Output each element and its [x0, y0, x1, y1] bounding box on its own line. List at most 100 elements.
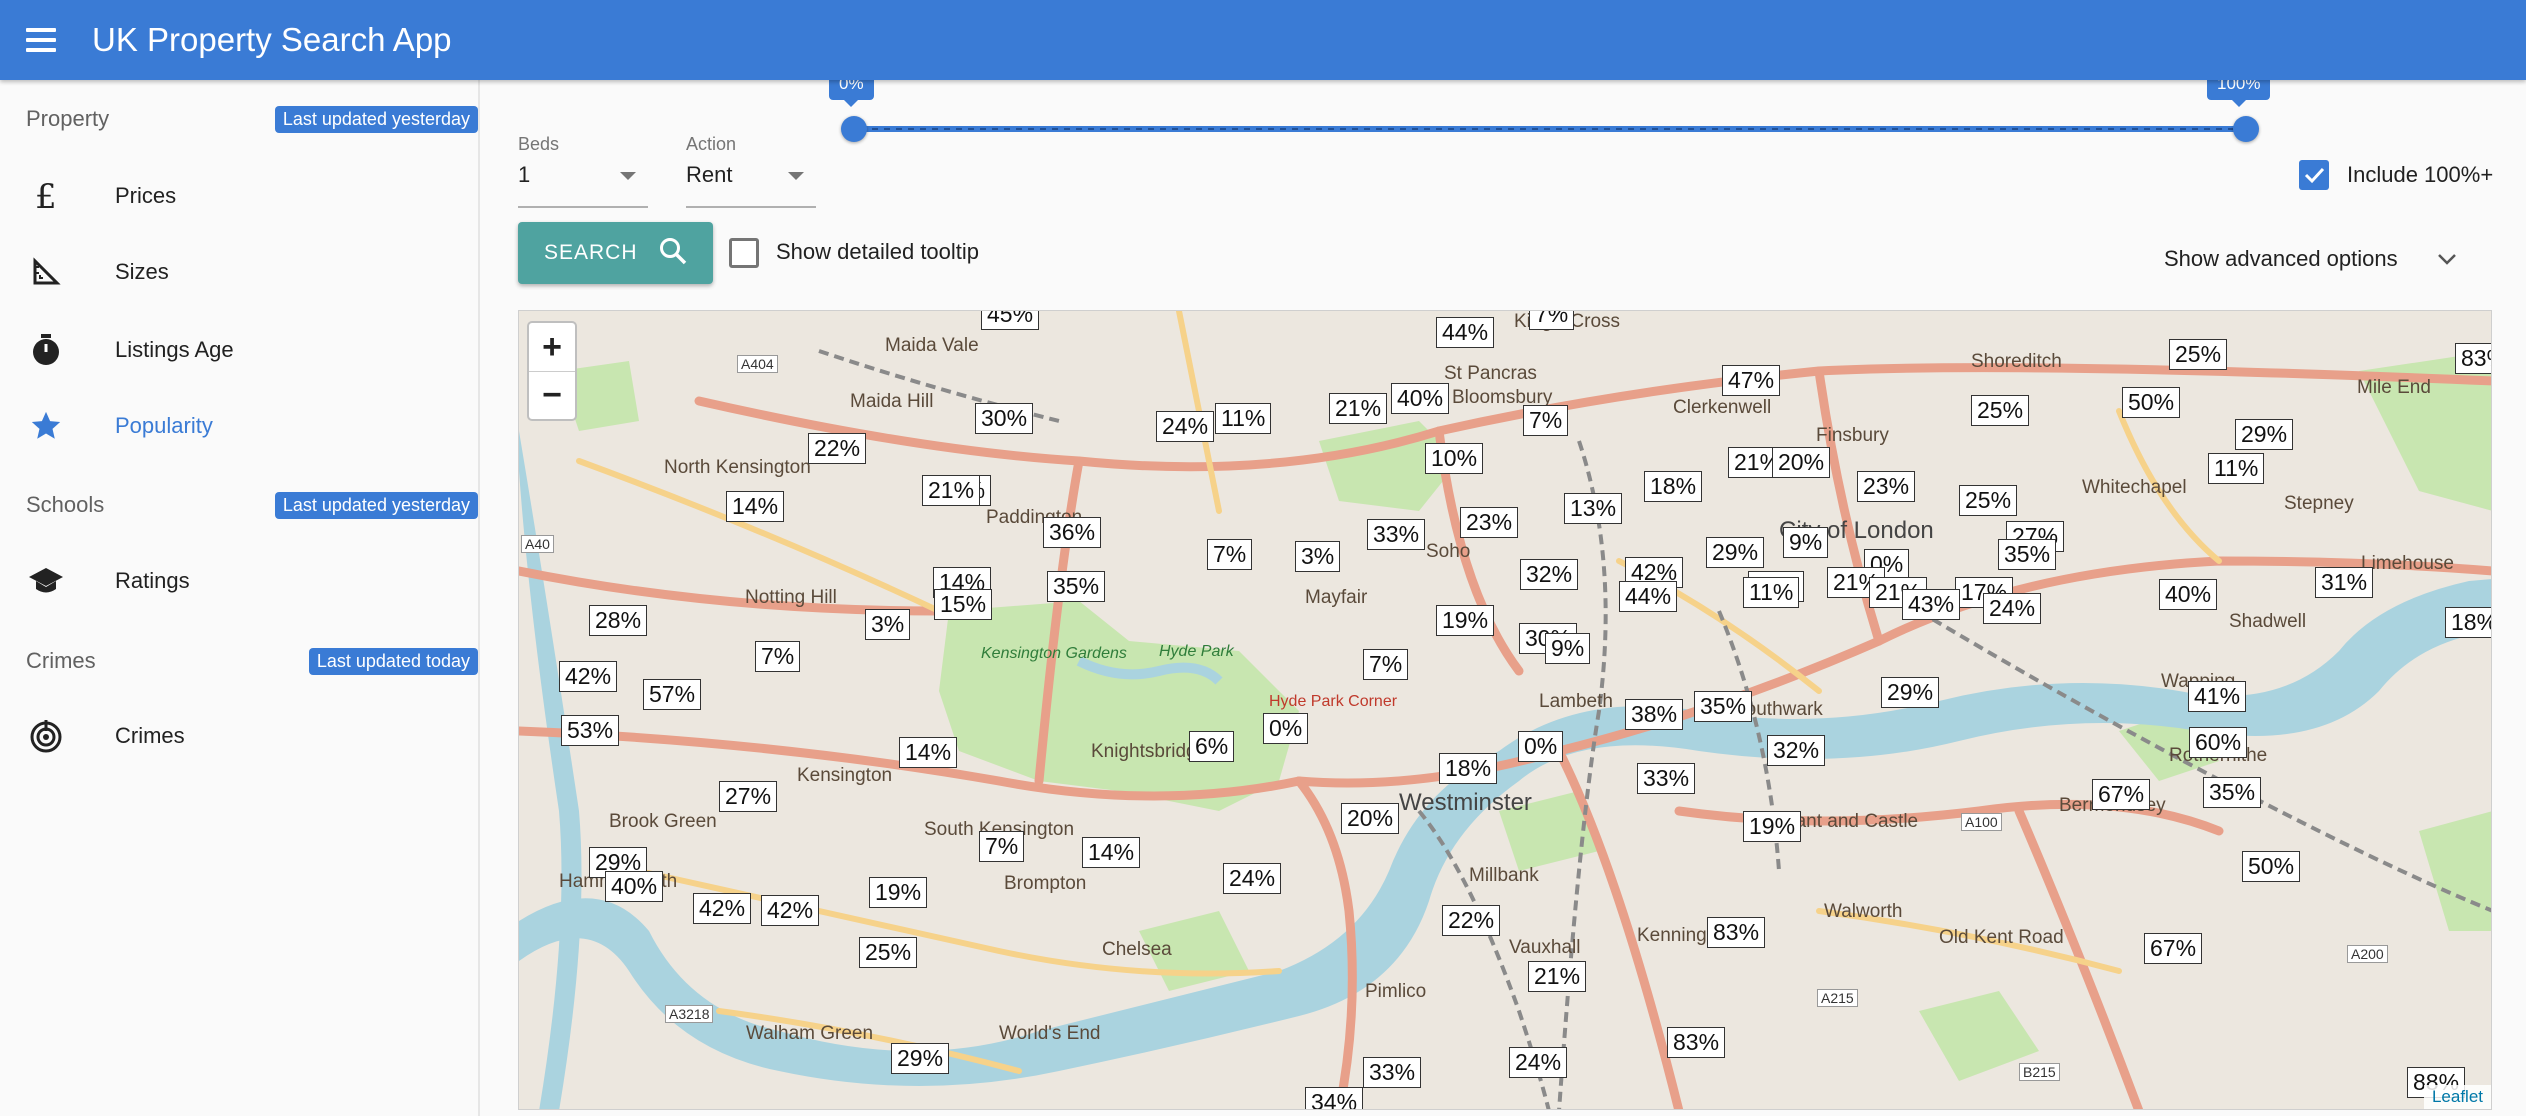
percentage-marker[interactable]: 35%	[1998, 539, 2057, 570]
percentage-marker[interactable]: 10%	[1425, 443, 1484, 474]
percentage-marker[interactable]: 67%	[2092, 779, 2151, 810]
percentage-marker[interactable]: 15%	[934, 589, 993, 620]
percentage-marker[interactable]: 29%	[1706, 537, 1765, 568]
percentage-marker[interactable]: 42%	[761, 895, 820, 926]
percentage-marker[interactable]: 24%	[1156, 411, 1215, 442]
percentage-marker[interactable]: 18%	[2445, 607, 2491, 638]
percentage-marker[interactable]: 32%	[1767, 735, 1826, 766]
percentage-marker[interactable]: 83%	[1707, 917, 1766, 948]
percentage-marker[interactable]: 24%	[1509, 1047, 1568, 1078]
percentage-marker[interactable]: 34%	[1305, 1087, 1364, 1109]
beds-select[interactable]: Beds 1	[518, 134, 648, 208]
percentage-marker[interactable]: 25%	[1971, 395, 2030, 426]
percentage-range-slider[interactable]: 0% 100%	[829, 68, 2271, 150]
percentage-marker[interactable]: 23%	[1460, 507, 1519, 538]
sidebar-item-sizes[interactable]: Sizes	[0, 234, 478, 310]
percentage-marker[interactable]: 7%	[1529, 311, 1575, 330]
percentage-marker[interactable]: 40%	[1391, 383, 1450, 414]
sidebar-item-prices[interactable]: £ Prices	[0, 158, 478, 234]
percentage-marker[interactable]: 27%	[719, 781, 778, 812]
percentage-marker[interactable]: 13%	[1564, 493, 1623, 524]
leaflet-attribution[interactable]: Leaflet	[2423, 1085, 2491, 1109]
percentage-marker[interactable]: 83%	[2455, 343, 2491, 374]
percentage-marker[interactable]: 67%	[2144, 933, 2203, 964]
percentage-marker[interactable]: 19%	[1436, 605, 1495, 636]
advanced-options-toggle[interactable]: Show advanced options	[2164, 246, 2398, 272]
percentage-marker[interactable]: 28%	[589, 605, 648, 636]
percentage-marker[interactable]: 25%	[1959, 485, 2018, 516]
chevron-down-icon[interactable]	[2436, 248, 2458, 275]
percentage-marker[interactable]: 18%	[1644, 471, 1703, 502]
percentage-marker[interactable]: 36%	[1043, 517, 1102, 548]
percentage-marker[interactable]: 24%	[1983, 593, 2042, 624]
percentage-marker[interactable]: 30%	[975, 403, 1034, 434]
percentage-marker[interactable]: 18%	[1439, 753, 1498, 784]
percentage-marker[interactable]: 42%	[693, 893, 752, 924]
percentage-marker[interactable]: 19%	[869, 877, 928, 908]
percentage-marker[interactable]: 35%	[1047, 571, 1106, 602]
percentage-marker[interactable]: 0%	[1263, 713, 1309, 744]
percentage-marker[interactable]: 25%	[859, 937, 918, 968]
percentage-marker[interactable]: 3%	[865, 609, 911, 640]
percentage-marker[interactable]: 19%	[1743, 811, 1802, 842]
percentage-marker[interactable]: 33%	[1637, 763, 1696, 794]
percentage-marker[interactable]: 7%	[1363, 649, 1409, 680]
percentage-marker[interactable]: 7%	[979, 831, 1025, 862]
search-button[interactable]: SEARCH	[518, 222, 713, 284]
percentage-marker[interactable]: 20%	[1772, 447, 1831, 478]
percentage-marker[interactable]: 14%	[726, 491, 785, 522]
percentage-marker[interactable]: 41%	[2188, 681, 2247, 712]
sidebar-item-listings-age[interactable]: Listings Age	[0, 312, 478, 388]
percentage-marker[interactable]: 11%	[2208, 453, 2265, 484]
slider-min-thumb[interactable]: 0%	[829, 68, 874, 142]
percentage-marker[interactable]: 40%	[605, 871, 664, 902]
sidebar-item-ratings[interactable]: Ratings	[0, 543, 478, 619]
percentage-marker[interactable]: 31%	[2315, 567, 2374, 598]
percentage-marker[interactable]: 44%	[1619, 581, 1678, 612]
percentage-marker[interactable]: 20%	[1341, 803, 1400, 834]
percentage-marker[interactable]: 7%	[1207, 539, 1253, 570]
percentage-marker[interactable]: 38%	[1625, 699, 1684, 730]
percentage-marker[interactable]: 43%	[1902, 589, 1961, 620]
percentage-marker[interactable]: 29%	[1881, 677, 1940, 708]
percentage-marker[interactable]: 42%	[559, 661, 618, 692]
percentage-marker[interactable]: 60%	[2189, 727, 2248, 758]
percentage-marker[interactable]: 32%	[1520, 559, 1579, 590]
percentage-marker[interactable]: 14%	[899, 737, 958, 768]
percentage-marker[interactable]: 29%	[2235, 419, 2294, 450]
detailed-tooltip-checkbox[interactable]	[729, 238, 759, 268]
sidebar-item-crimes[interactable]: Crimes	[0, 698, 478, 774]
percentage-marker[interactable]: 50%	[2122, 387, 2181, 418]
percentage-marker[interactable]: 9%	[1783, 527, 1829, 558]
percentage-marker[interactable]: 23%	[1857, 471, 1916, 502]
percentage-marker[interactable]: 45%	[981, 311, 1040, 330]
percentage-marker[interactable]: 25%	[2169, 339, 2228, 370]
percentage-marker[interactable]: 29%	[891, 1043, 950, 1074]
percentage-marker[interactable]: 83%	[1667, 1027, 1726, 1058]
percentage-marker[interactable]: 22%	[808, 433, 867, 464]
slider-max-thumb[interactable]: 100%	[2207, 68, 2271, 142]
zoom-in-button[interactable]: +	[529, 323, 575, 371]
map[interactable]: Maida Vale Maida Hill North Kensington P…	[518, 310, 2492, 1110]
percentage-marker[interactable]: 7%	[755, 641, 801, 672]
percentage-marker[interactable]: 44%	[1436, 317, 1495, 348]
percentage-marker[interactable]: 57%	[643, 679, 702, 710]
percentage-marker[interactable]: 47%	[1722, 365, 1781, 396]
percentage-marker[interactable]: 40%	[2159, 579, 2218, 610]
percentage-marker[interactable]: 53%	[561, 715, 620, 746]
percentage-marker[interactable]: 50%	[2242, 851, 2301, 882]
sidebar-item-popularity[interactable]: Popularity	[0, 388, 478, 464]
percentage-marker[interactable]: 11%	[1215, 403, 1272, 434]
menu-icon[interactable]	[26, 20, 66, 60]
percentage-marker[interactable]: 22%	[1442, 905, 1501, 936]
percentage-marker[interactable]: 0%	[1518, 731, 1564, 762]
percentage-marker[interactable]: 14%	[1082, 837, 1141, 868]
percentage-marker[interactable]: 9%	[1545, 633, 1591, 664]
percentage-marker[interactable]: 3%	[1295, 541, 1341, 572]
action-select[interactable]: Action Rent	[686, 134, 816, 208]
percentage-marker[interactable]: 33%	[1363, 1057, 1422, 1088]
percentage-marker[interactable]: 33%	[1367, 519, 1426, 550]
zoom-out-button[interactable]: −	[529, 371, 575, 419]
percentage-marker[interactable]: 21%	[1528, 961, 1587, 992]
percentage-marker[interactable]: 11%	[1743, 577, 1800, 608]
